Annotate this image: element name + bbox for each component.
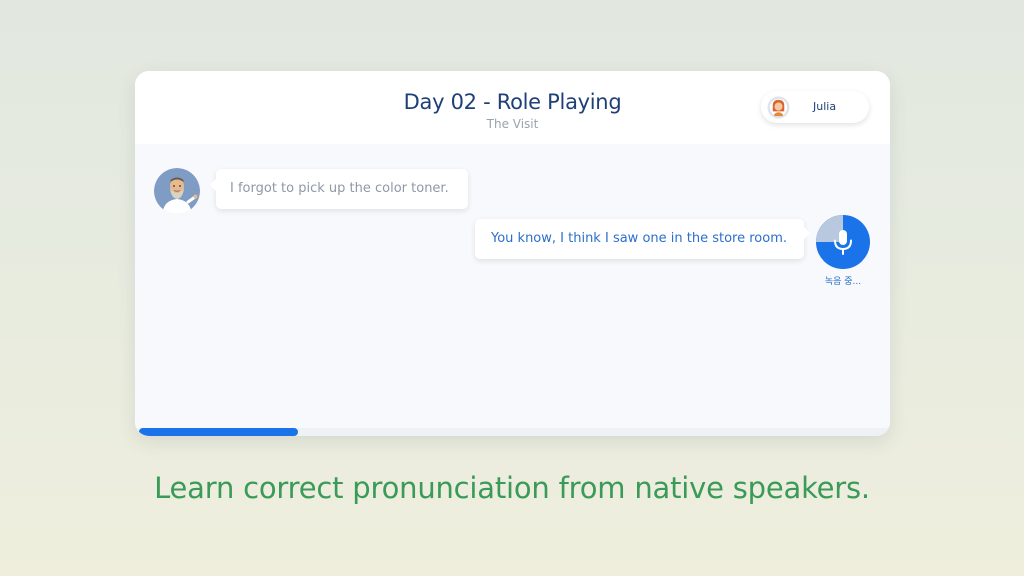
recording-status-label: 녹음 중...	[824, 277, 862, 287]
record-microphone-button[interactable]	[816, 215, 870, 269]
bot-avatar	[154, 168, 200, 214]
partner-message-bubble: I forgot to pick up the color toner.	[210, 169, 468, 209]
learner-message-text: You know, I think I saw one in the store…	[491, 231, 787, 246]
user-avatar-icon	[767, 96, 790, 119]
partner-message-text: I forgot to pick up the color toner.	[230, 181, 449, 196]
chat-area: I forgot to pick up the color toner. You…	[135, 144, 890, 436]
conversation-card: Day 02 - Role Playing The Visit Julia I …	[135, 71, 890, 436]
lesson-progress-bar	[135, 428, 890, 436]
user-profile-button[interactable]: Julia	[761, 91, 869, 123]
marketing-tagline: Learn correct pronunciation from native …	[154, 471, 870, 505]
lesson-progress-fill	[139, 428, 298, 436]
bot-avatar-icon	[154, 168, 200, 214]
user-name: Julia	[813, 100, 837, 113]
card-header: Day 02 - Role Playing The Visit Julia	[135, 71, 890, 144]
learner-message-bubble: You know, I think I saw one in the store…	[475, 219, 810, 259]
